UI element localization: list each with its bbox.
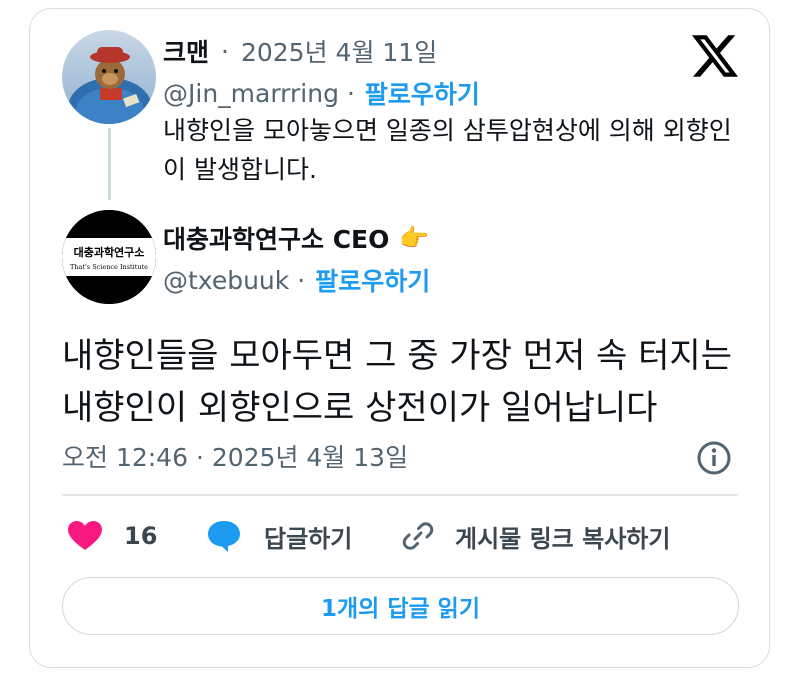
main-post-header: 대충과학연구소 CEO 👉 <box>163 220 429 256</box>
heart-icon <box>68 521 102 550</box>
parent-post-text: 내향인을 모아놓으면 일종의 삼투압현상에 의해 외향인이 발생합니다. <box>163 116 732 184</box>
avatar-image: 대충과학연구소 That's Science Institute <box>62 210 156 304</box>
post-date[interactable]: 2025년 4월 11일 <box>241 33 437 69</box>
separator: · <box>297 265 306 295</box>
handle[interactable]: @txebuuk <box>163 266 289 295</box>
follow-button[interactable]: 팔로우하기 <box>315 262 430 298</box>
avatar[interactable] <box>62 30 156 124</box>
parent-post-header: 크맨 · 2025년 4월 11일 <box>163 33 437 69</box>
separator: · <box>221 36 229 66</box>
separator: · <box>346 78 355 108</box>
copy-link-label: 게시물 링크 복사하기 <box>455 524 671 553</box>
read-replies-button[interactable]: 1개의 답글 읽기 <box>62 577 739 635</box>
main-post-subheader: @txebuuk · 팔로우하기 <box>163 262 430 298</box>
display-name[interactable]: 크맨 <box>163 33 209 69</box>
avatar-image <box>62 30 156 124</box>
avatar[interactable]: 대충과학연구소 That's Science Institute <box>62 210 156 304</box>
reply-bubble-icon <box>208 521 240 552</box>
like-button[interactable]: 16 <box>68 518 157 554</box>
reply-button[interactable]: 답글하기 <box>206 518 352 554</box>
post-timestamp[interactable]: 오전 12:46 · 2025년 4월 13일 <box>62 438 408 474</box>
display-name[interactable]: 대충과학연구소 CEO <box>163 220 389 256</box>
divider <box>62 494 738 496</box>
info-icon[interactable] <box>696 440 732 476</box>
parent-post-subheader: @Jin_marrring · 팔로우하기 <box>163 75 480 111</box>
pointing-hand-emoji: 👉 <box>399 224 430 252</box>
main-post-text: 내향인들을 모아두면 그 중 가장 먼저 속 터지는 내향인이 외향인으로 상전… <box>62 336 732 428</box>
avatar-text-en: That's Science Institute <box>70 263 148 271</box>
copy-link-button[interactable]: 게시물 링크 복사하기 <box>401 518 670 554</box>
x-logo-icon[interactable] <box>692 33 738 79</box>
reply-label: 답글하기 <box>264 524 353 553</box>
avatar-text-ko: 대충과학연구소 <box>74 245 145 259</box>
link-icon <box>402 522 434 550</box>
follow-button[interactable]: 팔로우하기 <box>365 75 480 111</box>
handle[interactable]: @Jin_marrring <box>163 79 339 108</box>
thread-connector <box>108 128 111 200</box>
like-count: 16 <box>124 522 158 550</box>
